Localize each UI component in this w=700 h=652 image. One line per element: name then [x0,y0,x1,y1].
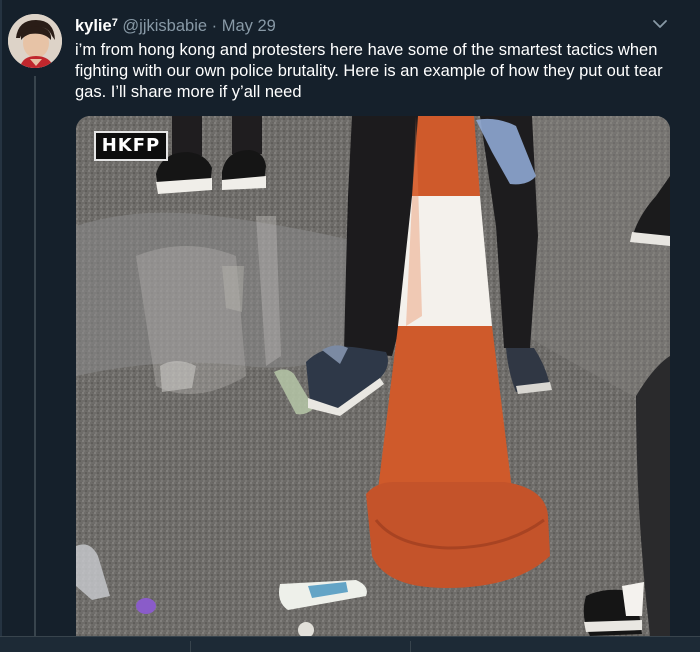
thread-line [34,76,36,636]
tweet-header: kylie7 @jjkisbabie · May 29 [75,13,276,36]
display-name[interactable]: kylie7 [75,17,118,35]
tweet-video[interactable] [76,116,670,636]
separator: · [211,17,218,35]
timeline-left-border [0,0,2,652]
avatar-image [8,14,62,68]
bottom-bar [0,636,700,652]
video-frame [76,116,670,636]
bottom-divider [190,641,191,652]
display-name-text: kylie [75,17,112,35]
bottom-divider [410,641,411,652]
display-name-superscript: 7 [111,17,118,29]
tweet-text: i’m from hong kong and protesters here h… [75,41,663,101]
chevron-down-icon[interactable] [650,14,670,34]
tweet-page: kylie7 @jjkisbabie · May 29 i’m from hon… [0,0,700,652]
avatar[interactable] [8,14,62,68]
handle[interactable]: @jjkisbabie [122,17,207,35]
tweet-date[interactable]: May 29 [222,17,276,35]
hkfp-watermark: HKFP [94,131,168,161]
